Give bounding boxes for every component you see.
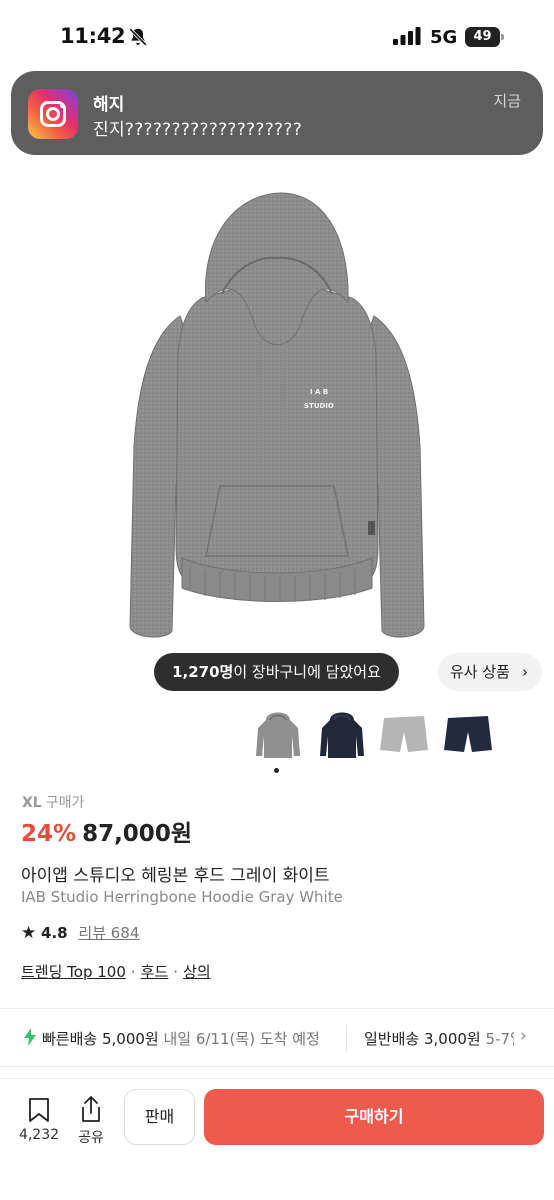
- size-price-label: XL 구매가: [22, 792, 84, 812]
- similar-products-button[interactable]: 유사 상품 ›: [438, 653, 542, 691]
- thumbnail-gray-hoodie[interactable]: [252, 706, 304, 764]
- normal-shipping-date: 5-7일: [485, 1030, 515, 1048]
- push-notification[interactable]: 해지 진지??????????????????? 지금: [11, 71, 543, 155]
- fast-shipping-option[interactable]: 빠른배송 5,000원 내일 6/11(목) 도착 예정: [42, 1028, 320, 1049]
- divider: [346, 1025, 347, 1051]
- fast-shipping-date: 내일 6/11(목) 도착 예정: [163, 1030, 320, 1048]
- notification-title: 해지: [93, 95, 125, 115]
- instagram-icon: [28, 89, 78, 139]
- status-time: 11:42: [60, 24, 126, 48]
- rating-row: ★ 4.8 리뷰 684: [21, 922, 139, 943]
- chevron-right-icon[interactable]: ›: [520, 1026, 527, 1046]
- wishlist-count: 4,232: [18, 1127, 60, 1143]
- notification-time: 지금: [493, 92, 521, 110]
- fast-shipping-label: 빠른배송 5,000원: [42, 1030, 159, 1048]
- normal-shipping-label: 일반배송 3,000원: [364, 1030, 481, 1048]
- shipping-options[interactable]: 빠른배송 5,000원 내일 6/11(목) 도착 예정 일반배송 3,000원…: [0, 1015, 554, 1061]
- thumbnail-navy-hoodie[interactable]: [316, 706, 368, 764]
- cart-count-suffix: 이 장바구니에 담았어요: [233, 663, 381, 681]
- rating-score: 4.8: [41, 924, 68, 942]
- price-label: 구매가: [45, 795, 85, 811]
- thumbnail-gray-shorts[interactable]: [378, 706, 430, 764]
- share-icon: [82, 1096, 100, 1122]
- tag-trending[interactable]: 트렌딩 Top 100: [21, 963, 126, 981]
- product-name-english: IAB Studio Herringbone Hoodie Gray White: [21, 888, 343, 906]
- bottom-action-bar: 4,232 공유 판매 구매하기: [0, 1078, 554, 1200]
- review-count: 684: [110, 924, 140, 942]
- product-name-korean: 아이앱 스튜디오 헤링본 후드 그레이 화이트: [21, 866, 330, 886]
- cart-count: 1,270명: [172, 663, 234, 681]
- battery-level: 49: [465, 27, 500, 47]
- star-icon: ★: [21, 923, 37, 943]
- cart-count-banner: 1,270명이 장바구니에 담았어요: [154, 653, 399, 691]
- product-image-gallery[interactable]: I A B STUDIO: [0, 66, 554, 706]
- battery-icon: 49: [465, 27, 505, 47]
- lightning-icon: [24, 1028, 36, 1046]
- tag-top[interactable]: 상의: [183, 963, 211, 981]
- signal-bars-icon: [393, 27, 421, 45]
- share-button[interactable]: 공유: [71, 1095, 111, 1147]
- share-label: 공유: [78, 1130, 104, 1146]
- wishlist-button[interactable]: 4,232: [15, 1097, 63, 1143]
- normal-shipping-option[interactable]: 일반배송 3,000원 5-7일: [364, 1028, 514, 1049]
- price-line: 24% 87,000원: [21, 814, 192, 848]
- status-bar: 11:42 5G 49: [0, 0, 554, 66]
- active-thumbnail-indicator: [274, 768, 279, 773]
- chevron-right-icon: ›: [522, 663, 528, 681]
- tag-hood[interactable]: 후드: [141, 963, 169, 981]
- similar-products-label: 유사 상품: [450, 663, 510, 681]
- review-label: 리뷰: [78, 924, 106, 942]
- discount-rate: 24%: [21, 821, 77, 847]
- bookmark-icon: [29, 1098, 49, 1122]
- svg-text:I A B: I A B: [310, 388, 328, 396]
- divider: [0, 1066, 554, 1067]
- category-tags: 트렌딩 Top 100 · 후드 · 상의: [21, 963, 211, 981]
- svg-text:STUDIO: STUDIO: [304, 402, 334, 410]
- buy-button[interactable]: 구매하기: [204, 1089, 544, 1145]
- notification-body: 진지???????????????????: [93, 120, 303, 140]
- bell-slash-icon: [129, 28, 147, 46]
- thumbnail-navy-shorts[interactable]: [442, 706, 494, 764]
- sell-button[interactable]: 판매: [124, 1089, 195, 1145]
- reviews-link[interactable]: 리뷰 684: [78, 924, 139, 942]
- network-type: 5G: [430, 27, 458, 48]
- product-price: 87,000원: [82, 821, 192, 847]
- divider: [0, 1008, 554, 1009]
- product-image: I A B STUDIO: [129, 192, 425, 638]
- size-label: XL: [22, 795, 42, 811]
